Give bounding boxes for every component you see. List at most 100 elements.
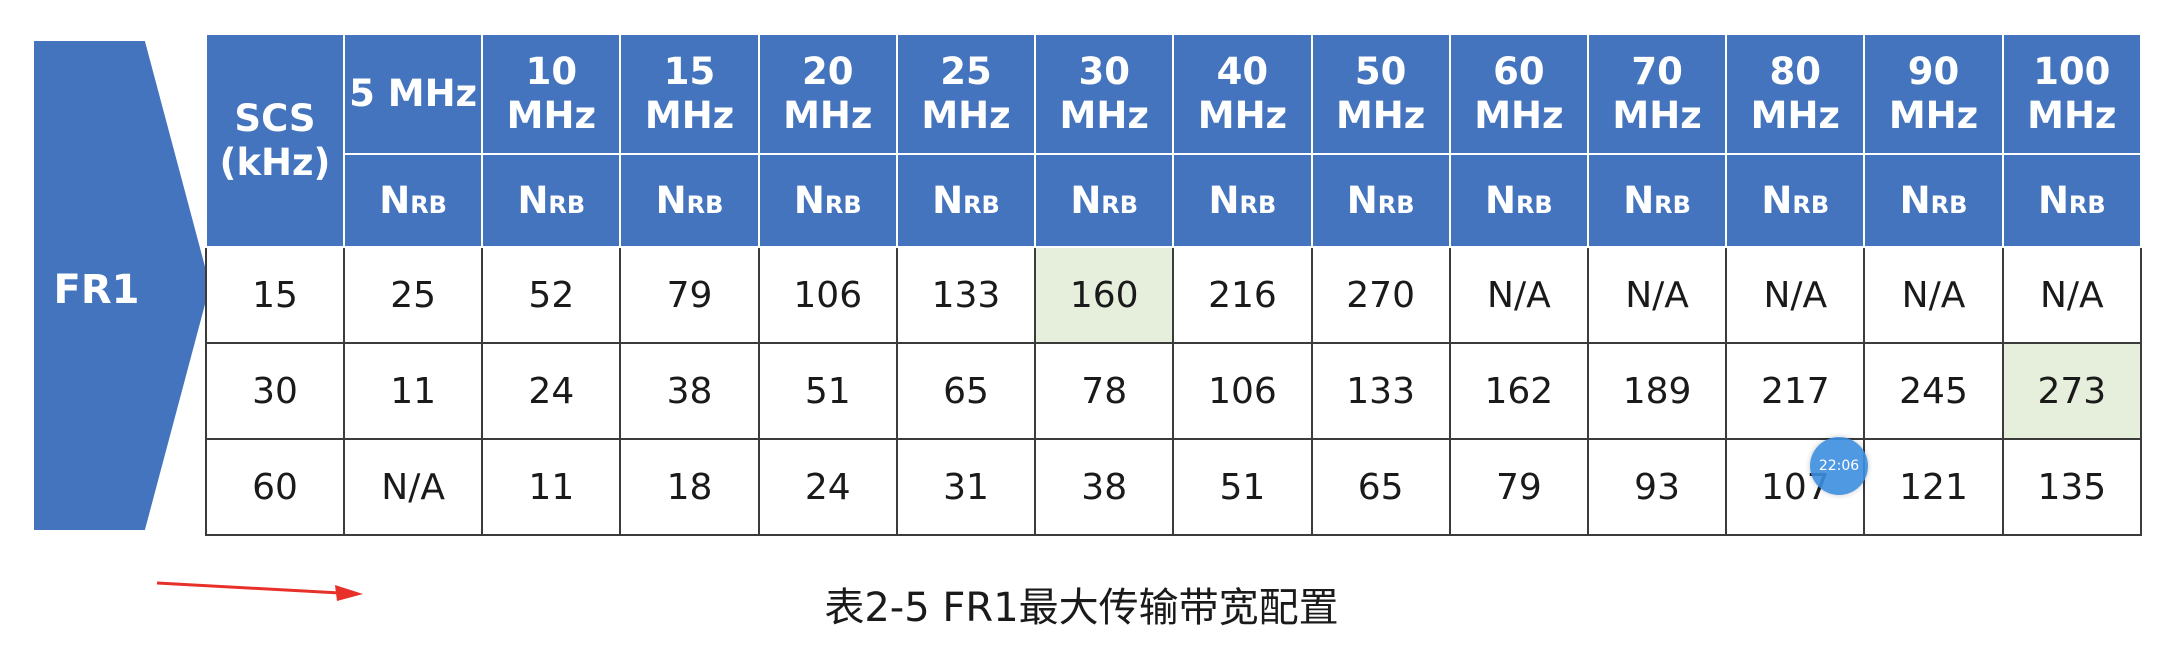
bandwidth-header-line1: 50 <box>1354 50 1407 93</box>
nrb-header: NRB <box>1172 153 1313 248</box>
bandwidth-header-line2: MHz <box>783 94 873 137</box>
nrb-header-main: N <box>1899 179 1931 222</box>
bandwidth-header-line2: MHz <box>1335 94 1426 137</box>
nrb-header-main: N <box>932 179 964 222</box>
nrb-header-subscript: RB <box>1654 191 1691 219</box>
bandwidth-header-line2: MHz <box>1612 94 1702 137</box>
fr1-label: FR1 <box>53 267 140 313</box>
scs-header-line1: SCS <box>234 96 316 140</box>
nrb-value-cell: N/A <box>1586 246 1728 344</box>
bandwidth-header-line1: 60 <box>1493 50 1545 93</box>
bandwidth-header-line1: 25 <box>940 50 992 93</box>
bandwidth-header-line2: MHz <box>644 94 735 137</box>
bandwidth-header-line2: MHz <box>921 94 1011 137</box>
nrb-value-cell: 51 <box>757 342 898 440</box>
nrb-header-main: N <box>2037 179 2069 222</box>
nrb-value-cell: 11 <box>342 342 484 440</box>
nrb-value-cell: 31 <box>895 438 1037 536</box>
header-row-nrb: NRB NRB NRB NRB NRB NRB NRB NRB NRB NRB NRB NRB NRB <box>206 153 2143 248</box>
nrb-value-cell: N/A <box>1863 246 2004 344</box>
nrb-value-cell: 79 <box>619 246 760 344</box>
nrb-value-cell: 189 <box>1586 342 1728 440</box>
bandwidth-header-line1: 20 <box>802 50 854 93</box>
nrb-value-cell: 38 <box>619 342 760 440</box>
nrb-header: NRB <box>1310 153 1451 248</box>
scs-header: SCS (kHz) <box>205 33 345 248</box>
bandwidth-header-line2: MHz <box>1197 94 1288 137</box>
nrb-value-cell: 245 <box>1863 342 2004 440</box>
nrb-header-subscript: RB <box>1792 191 1830 219</box>
nrb-header-subscript: RB <box>548 191 586 219</box>
bandwidth-header: 10 MHz <box>481 33 622 155</box>
nrb-value-cell: 93 <box>1586 438 1728 536</box>
bandwidth-header: 80 MHz <box>1725 33 1866 155</box>
nrb-value-cell: 79 <box>1448 438 1589 536</box>
bandwidth-header: 5 MHz <box>342 33 484 155</box>
nrb-header-main: N <box>1208 179 1240 222</box>
nrb-value-cell: 162 <box>1448 342 1589 440</box>
bandwidth-header-line1: 40 <box>1216 50 1269 93</box>
bandwidth-header-line1: 90 <box>1907 50 1960 93</box>
nrb-value-cell: 25 <box>342 246 484 344</box>
bandwidth-header-line2: MHz <box>2027 94 2117 137</box>
nrb-header-subscript: RB <box>410 191 447 219</box>
bandwidth-header: 40 MHz <box>1172 33 1313 155</box>
nrb-value-cell: 24 <box>481 342 622 440</box>
time-badge[interactable]: 22:06 <box>1810 437 1868 495</box>
nrb-value-cell: 52 <box>481 246 622 344</box>
nrb-value-cell: N/A <box>1448 246 1589 344</box>
nrb-value-cell: 121 <box>1863 438 2004 536</box>
nrb-value-cell: 78 <box>1034 342 1175 440</box>
bandwidth-header-line1: 5 MHz <box>349 72 478 115</box>
bandwidth-header: 90 MHz <box>1863 33 2004 155</box>
nrb-header: NRB <box>895 153 1037 248</box>
bandwidth-header: 20 MHz <box>757 33 898 155</box>
nrb-value-cell: N/A <box>2001 246 2143 344</box>
bandwidth-header: 70 MHz <box>1586 33 1728 155</box>
nrb-value-cell: 135 <box>2001 438 2143 536</box>
nrb-header-subscript: RB <box>1515 191 1553 219</box>
nrb-header: NRB <box>757 153 898 248</box>
nrb-header-main: N <box>793 179 825 222</box>
nrb-value-cell: 51 <box>1172 438 1313 536</box>
scs-header-line2: (kHz) <box>219 140 331 184</box>
nrb-header-subscript: RB <box>1101 191 1139 219</box>
nrb-value-cell: 273 <box>2001 342 2143 440</box>
bandwidth-header-line1: 15 <box>663 50 716 93</box>
nrb-value-cell: 160 <box>1034 246 1175 344</box>
bandwidth-header-line1: 10 <box>525 50 578 93</box>
bandwidth-header-line2: MHz <box>1888 94 1979 137</box>
nrb-header-main: N <box>379 179 411 222</box>
nrb-value-cell: 11 <box>481 438 622 536</box>
nrb-value-cell: 270 <box>1310 246 1451 344</box>
scs-cell: 60 <box>205 438 345 536</box>
nrb-header: NRB <box>342 153 484 248</box>
bandwidth-header-line1: 30 <box>1078 50 1130 93</box>
nrb-header-main: N <box>1346 179 1378 222</box>
nrb-value-cell: 38 <box>1034 438 1175 536</box>
bandwidth-header-line1: 80 <box>1769 50 1822 93</box>
bandwidth-header-line2: MHz <box>506 94 596 137</box>
bandwidth-header: 60 MHz <box>1448 33 1589 155</box>
nrb-header-main: N <box>1484 179 1516 222</box>
nrb-header-main: N <box>1761 179 1793 222</box>
nrb-header: NRB <box>1448 153 1589 248</box>
nrb-value-cell: 216 <box>1172 246 1313 344</box>
nrb-header: NRB <box>619 153 760 248</box>
nrb-header-main: N <box>1623 179 1655 222</box>
nrb-value-cell: N/A <box>342 438 484 536</box>
nrb-header: NRB <box>1034 153 1175 248</box>
nrb-value-cell: 24 <box>757 438 898 536</box>
nrb-header: NRB <box>481 153 622 248</box>
nrb-header-main: N <box>1070 179 1102 222</box>
bandwidth-header-line2: MHz <box>1750 94 1840 137</box>
red-arrow-annotation <box>156 581 363 601</box>
nrb-header: NRB <box>1586 153 1728 248</box>
bandwidth-header-line2: MHz <box>1059 94 1149 137</box>
nrb-value-cell: 133 <box>895 246 1037 344</box>
nrb-header-subscript: RB <box>2068 191 2106 219</box>
nrb-value-cell: 106 <box>1172 342 1313 440</box>
bandwidth-header: 30 MHz <box>1034 33 1175 155</box>
nrb-value-cell: 65 <box>895 342 1037 440</box>
bandwidth-header: 50 MHz <box>1310 33 1451 155</box>
